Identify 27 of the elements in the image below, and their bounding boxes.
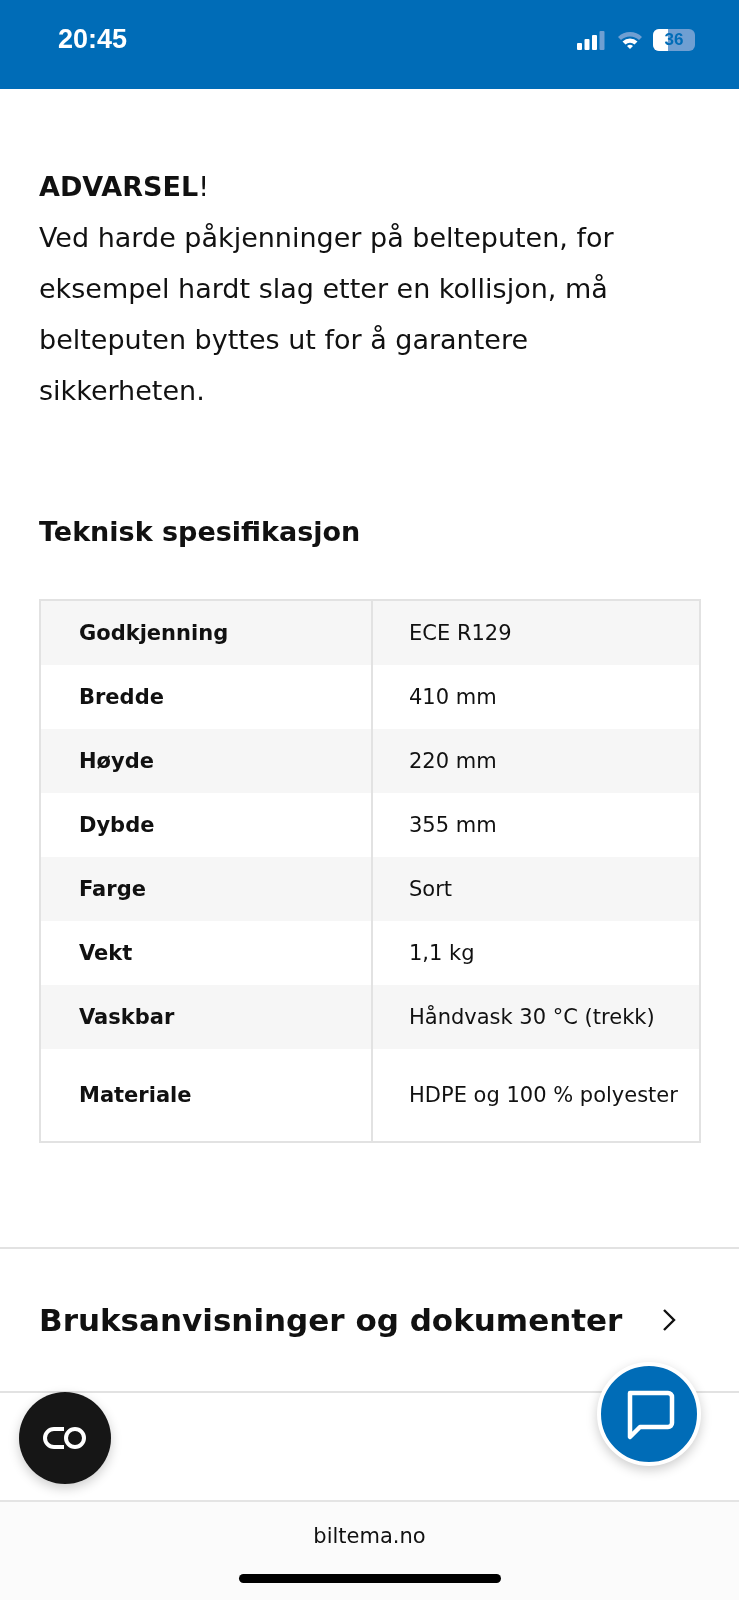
toggle-button[interactable] bbox=[19, 1392, 111, 1484]
section-heading: Teknisk spesifikasjon bbox=[39, 516, 362, 547]
spec-value: ECE R129 bbox=[409, 621, 512, 645]
spec-value: Sort bbox=[409, 877, 453, 901]
spec-label: Vaskbar bbox=[79, 1005, 175, 1029]
url-text[interactable]: biltema.no bbox=[313, 1524, 426, 1548]
spec-label: Bredde bbox=[79, 685, 164, 709]
warning-title: ADVARSEL! bbox=[39, 170, 210, 204]
spec-value: 220 mm bbox=[409, 749, 497, 773]
chevron-icon bbox=[662, 1308, 676, 1332]
spec-label: Materiale bbox=[79, 1083, 192, 1107]
spec-label: Godkjenning bbox=[79, 621, 229, 645]
status-time: 20:45 bbox=[58, 24, 128, 55]
signal-icon bbox=[577, 29, 607, 50]
warning-text: Ved harde påkjenninger på belteputen, for eksempel hardt slag etter en kollisjon, må belteputen byttes ut for å garantere sikkerheten. bbox=[39, 221, 615, 408]
documents-link[interactable]: Bruksanvisninger og dokumenter bbox=[39, 1249, 700, 1391]
spec-value: HDPE og 100 % polyester bbox=[409, 1083, 678, 1107]
spec-value: 410 mm bbox=[409, 685, 497, 709]
spec-value: Håndvask 30 °C (trekk) bbox=[409, 1005, 655, 1029]
wifi-icon bbox=[617, 29, 643, 50]
spec-value: 1,1 kg bbox=[409, 941, 475, 965]
toggle-icon bbox=[42, 1426, 88, 1450]
spec-label: Dybde bbox=[79, 813, 155, 837]
spec-value: 355 mm bbox=[409, 813, 497, 837]
spec-label: Farge bbox=[79, 877, 146, 901]
spec-label: Vekt bbox=[79, 941, 133, 965]
spec-label: Høyde bbox=[79, 749, 154, 773]
